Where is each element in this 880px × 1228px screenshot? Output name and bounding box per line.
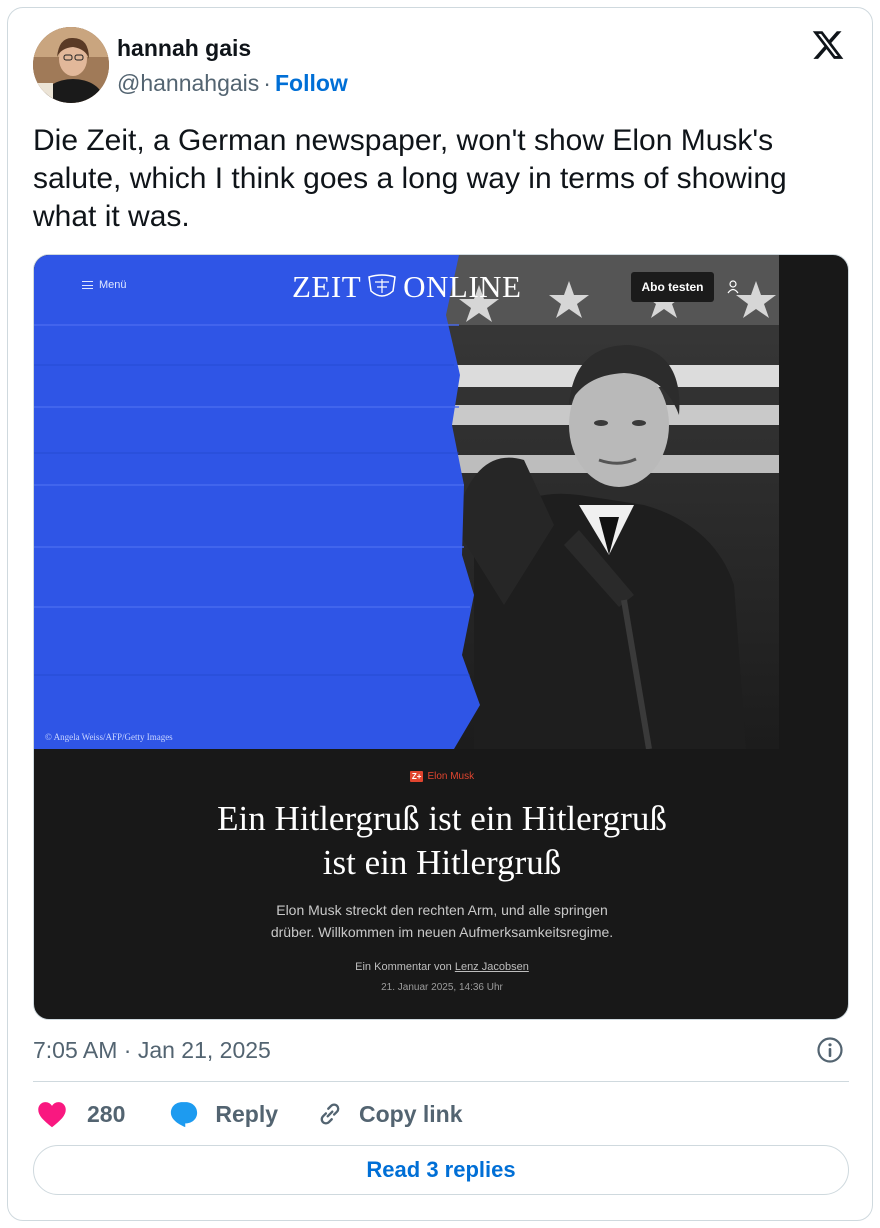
kicker-topic: Elon Musk xyxy=(427,771,475,782)
x-logo-icon[interactable] xyxy=(810,28,846,62)
zeit-menu-label: Menü xyxy=(99,279,127,291)
article-byline: Ein Kommentar von Lenz Jacobsen xyxy=(34,961,848,973)
headline-line-1: Ein Hitlergruß ist ein Hitlergruß xyxy=(217,799,667,838)
user-icon xyxy=(727,280,739,294)
link-icon xyxy=(320,1103,340,1125)
article-hero-photo xyxy=(34,255,779,749)
standfirst-line-1: Elon Musk streckt den rechten Arm, und a… xyxy=(276,902,608,918)
zplus-badge: Z+ xyxy=(409,771,424,782)
copy-link-label: Copy link xyxy=(359,1100,463,1127)
tweet-text: Die Zeit, a German newspaper, won't show… xyxy=(33,124,787,233)
crest-icon xyxy=(368,274,396,297)
article-teaser: Z+ Elon Musk Ein Hitlergruß ist ein Hitl… xyxy=(34,749,848,1019)
byline-prefix: Ein Kommentar von xyxy=(355,961,452,973)
avatar-photo xyxy=(33,27,109,103)
headline-line-2: ist ein Hitlergruß xyxy=(322,843,562,882)
tweet-card: hannah gais @hannahgais · Follow Die Zeit,… xyxy=(7,7,873,1221)
tweet-media-image[interactable]: Menü ZEIT ONLINE Abo testen © Angela Wei… xyxy=(33,254,849,1020)
photo-credit: © Angela Weiss/AFP/Getty Images xyxy=(45,732,173,742)
zeit-menu-button: Menü xyxy=(82,279,127,291)
zeit-logo-right: ONLINE xyxy=(403,269,522,304)
heart-icon xyxy=(38,1102,66,1128)
article-dateline: 21. Januar 2025, 14:36 Uhr xyxy=(381,982,503,993)
follow-button[interactable]: Follow xyxy=(275,70,348,96)
byline-author: Lenz Jacobsen xyxy=(454,961,529,973)
standfirst-line-2: drüber. Willkommen im neuen Aufmerksamke… xyxy=(270,924,614,940)
zeit-online-logo: ZEIT ONLINE xyxy=(292,269,522,305)
like-count: 280 xyxy=(87,1100,126,1127)
article-standfirst: Elon Musk streckt den rechten Arm, und a… xyxy=(204,899,680,943)
reply-button[interactable]: Reply xyxy=(169,1100,278,1128)
author-handle-row: @hannahgais · Follow xyxy=(117,70,348,97)
zeit-logo-left: ZEIT xyxy=(292,269,362,304)
reply-bubble-icon xyxy=(171,1102,198,1128)
author-avatar[interactable] xyxy=(33,27,109,103)
copy-link-button[interactable]: Copy link xyxy=(316,1100,463,1128)
separator-dot: · xyxy=(263,70,271,96)
author-display-name[interactable]: hannah gais xyxy=(117,35,251,62)
footer-divider xyxy=(33,1081,849,1082)
read-replies-button[interactable]: Read 3 replies xyxy=(33,1145,849,1195)
reply-label: Reply xyxy=(215,1100,279,1127)
subscribe-button: Abo testen xyxy=(631,272,714,302)
article-kicker: Z+ Elon Musk xyxy=(34,771,848,782)
tweet-timestamp[interactable]: 7:05 AM · Jan 21, 2025 xyxy=(33,1037,271,1064)
hamburger-icon xyxy=(82,281,93,289)
author-handle[interactable]: @hannahgais xyxy=(117,70,259,96)
tweet-actions: 280 Reply Copy link xyxy=(33,1098,463,1130)
info-icon[interactable] xyxy=(816,1036,844,1064)
like-button[interactable]: 280 xyxy=(33,1100,125,1128)
article-headline: Ein Hitlergruß ist ein Hitlergruß ist ei… xyxy=(134,797,750,885)
